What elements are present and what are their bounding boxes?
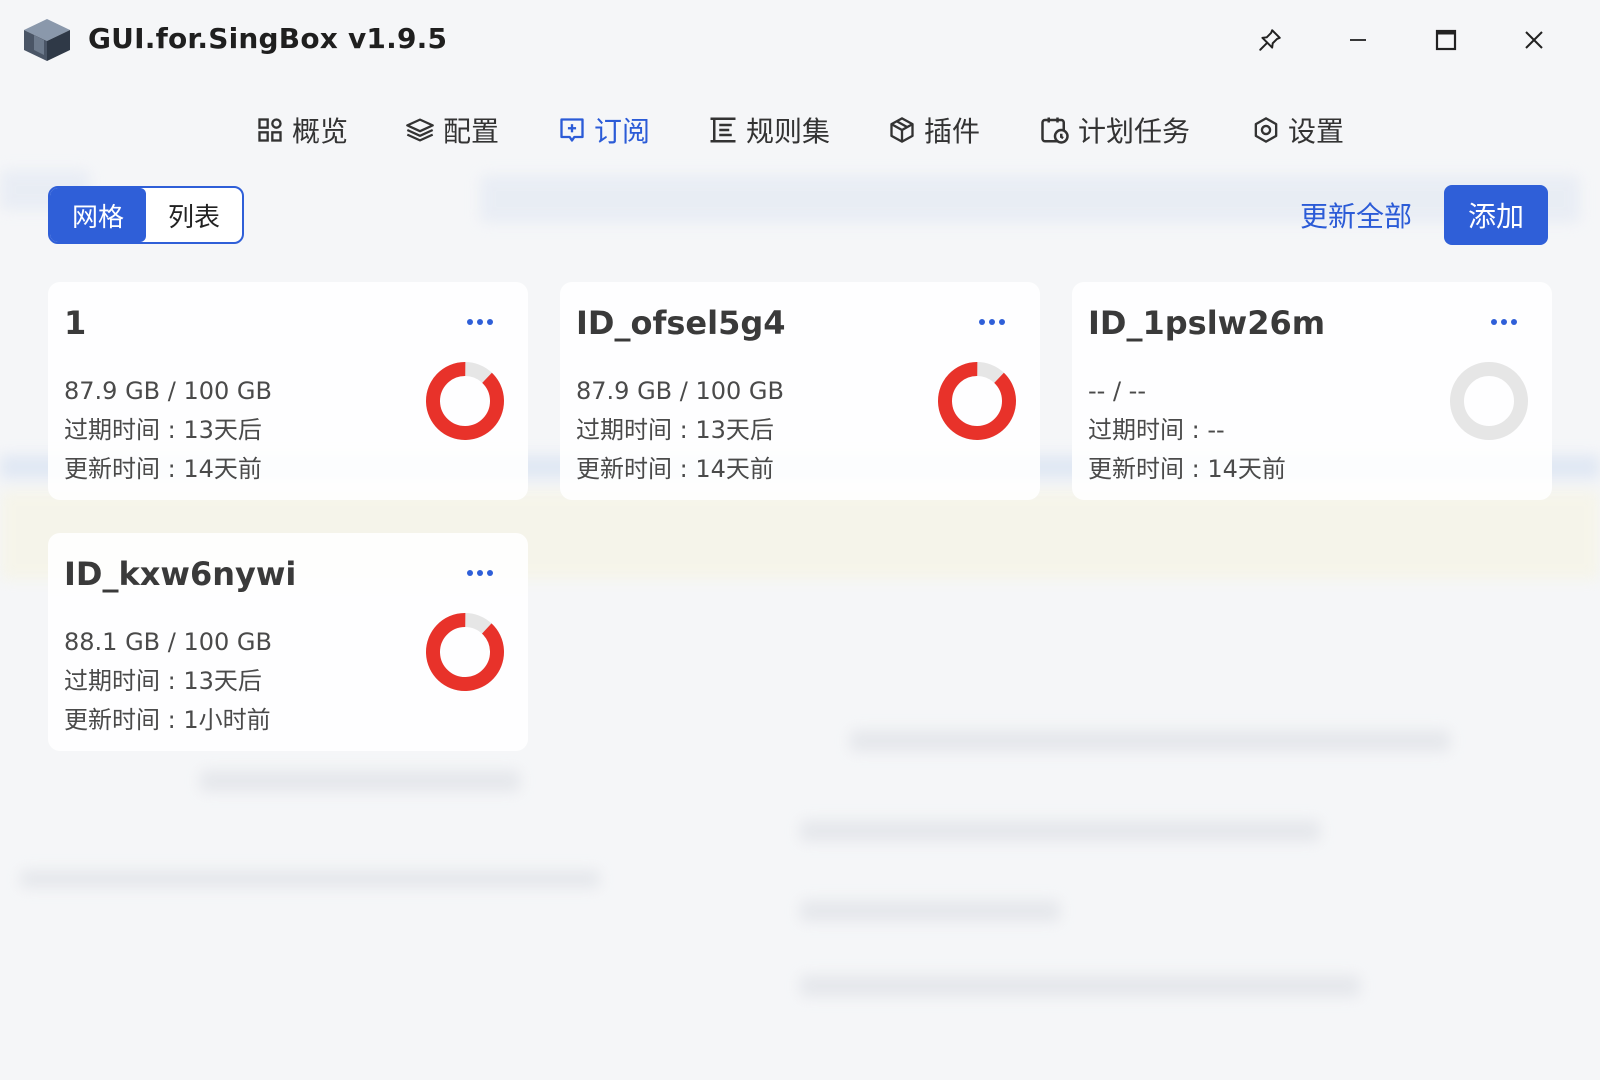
- view-mode-toggle: 网格 列表: [48, 186, 244, 244]
- more-options-button[interactable]: [1486, 310, 1522, 334]
- more-horizontal-icon: [467, 570, 493, 576]
- usage-donut-chart: [1450, 362, 1528, 440]
- traffic-usage: -- / --: [1088, 377, 1146, 405]
- usage-donut-chart: [426, 362, 504, 440]
- pin-button[interactable]: [1248, 20, 1292, 60]
- add-subscription-button[interactable]: 添加: [1444, 185, 1548, 245]
- view-list-button[interactable]: 列表: [146, 188, 242, 242]
- donut-usage-arc: [426, 613, 504, 691]
- layers-icon: [406, 118, 434, 142]
- add-box-icon: [560, 118, 584, 142]
- update-all-button[interactable]: 更新全部: [1300, 195, 1412, 235]
- maximize-button[interactable]: [1424, 20, 1468, 60]
- donut-usage-arc: [426, 362, 504, 440]
- dashboard-icon: [258, 118, 282, 142]
- main-nav: 概览 配置 订阅 规则集 插件 计划任务 设置: [0, 100, 1600, 160]
- close-button[interactable]: [1512, 20, 1556, 60]
- usage-donut-chart: [426, 613, 504, 691]
- expire-time: 过期时间 : 13天后: [576, 416, 774, 444]
- nav-item-label: 设置: [1288, 115, 1345, 148]
- maximize-icon: [1435, 29, 1457, 51]
- nav-item-profiles[interactable]: 配置: [405, 110, 499, 150]
- subscription-card[interactable]: ID_kxw6nywi 88.1 GB / 100 GB 过期时间 : 13天后…: [48, 533, 528, 751]
- app-logo-icon: [24, 19, 70, 61]
- nav-item-settings[interactable]: 设置: [1252, 110, 1344, 150]
- expire-time: 过期时间 : --: [1088, 416, 1225, 444]
- view-grid-button[interactable]: 网格: [50, 188, 146, 242]
- update-time: 更新时间 : 14天前: [576, 455, 774, 483]
- nav-item-label: 概览: [292, 115, 349, 148]
- expire-time: 过期时间 : 13天后: [64, 667, 262, 695]
- settings-icon: [1254, 117, 1278, 143]
- traffic-usage: 88.1 GB / 100 GB: [64, 628, 272, 656]
- subscription-card[interactable]: ID_1pslw26m -- / -- 过期时间 : -- 更新时间 : 14天…: [1072, 282, 1552, 500]
- subscription-name: ID_kxw6nywi: [64, 555, 297, 593]
- subscription-card[interactable]: 1 87.9 GB / 100 GB 过期时间 : 13天后 更新时间 : 14…: [48, 282, 528, 500]
- nav-item-rulesets[interactable]: 规则集: [708, 110, 830, 150]
- nav-item-label: 计划任务: [1078, 115, 1191, 148]
- nav-item-scheduled-tasks[interactable]: 计划任务: [1040, 110, 1190, 150]
- subscription-name: ID_1pslw26m: [1088, 304, 1326, 342]
- nav-item-label: 插件: [924, 115, 981, 148]
- update-time: 更新时间 : 1小时前: [64, 706, 271, 734]
- update-time: 更新时间 : 14天前: [64, 455, 262, 483]
- traffic-usage: 87.9 GB / 100 GB: [576, 377, 784, 405]
- traffic-usage: 87.9 GB / 100 GB: [64, 377, 272, 405]
- package-icon: [890, 117, 914, 143]
- nav-item-plugins[interactable]: 插件: [888, 110, 980, 150]
- title-bar[interactable]: GUI.for.SingBox v1.9.5: [0, 0, 1600, 82]
- minimize-icon: [1350, 39, 1366, 41]
- update-time: 更新时间 : 14天前: [1088, 455, 1286, 483]
- usage-donut-chart: [938, 362, 1016, 440]
- subscription-card[interactable]: ID_ofsel5g4 87.9 GB / 100 GB 过期时间 : 13天后…: [560, 282, 1040, 500]
- nav-item-label: 规则集: [746, 115, 831, 148]
- nav-item-label: 配置: [443, 115, 500, 148]
- close-icon: [1525, 31, 1543, 49]
- app-window: GUI.for.SingBox v1.9.5 概览 配置 订阅 规则集 插件 计…: [0, 0, 1600, 1080]
- calendar-clock-icon: [1041, 117, 1069, 144]
- subscription-name: ID_ofsel5g4: [576, 304, 786, 342]
- nav-item-overview[interactable]: 概览: [256, 110, 348, 150]
- nav-item-label: 订阅: [594, 115, 651, 148]
- nav-item-subscriptions[interactable]: 订阅: [558, 110, 650, 150]
- ruleset-icon: [710, 117, 736, 143]
- pin-icon: [1259, 29, 1281, 51]
- subscription-name: 1: [64, 304, 87, 342]
- more-options-button[interactable]: [462, 561, 498, 585]
- more-options-button[interactable]: [462, 310, 498, 334]
- more-options-button[interactable]: [974, 310, 1010, 334]
- donut-track: [1450, 362, 1528, 440]
- window-title: GUI.for.SingBox v1.9.5: [88, 22, 448, 55]
- expire-time: 过期时间 : 13天后: [64, 416, 262, 444]
- donut-usage-arc: [938, 362, 1016, 440]
- more-horizontal-icon: [1491, 319, 1517, 325]
- more-horizontal-icon: [979, 319, 1005, 325]
- more-horizontal-icon: [467, 319, 493, 325]
- minimize-button[interactable]: [1336, 20, 1380, 60]
